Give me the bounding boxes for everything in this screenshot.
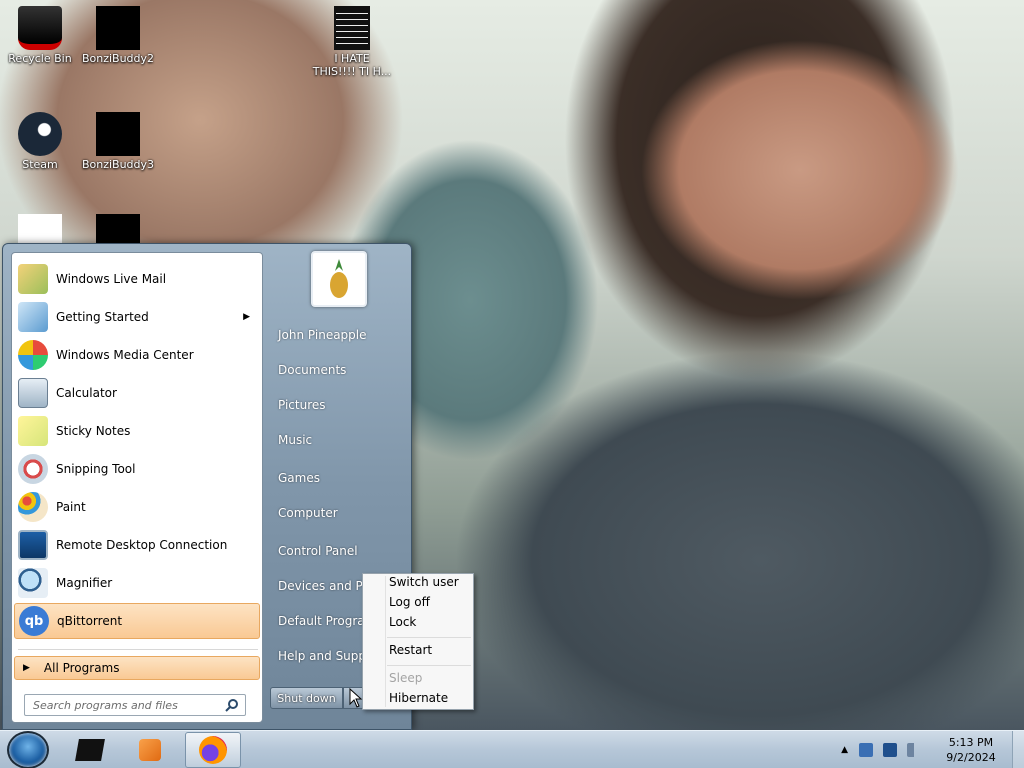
- start-menu: Windows Live Mail Getting Started ▶ Wind…: [2, 243, 412, 730]
- clock-time: 5:13 PM: [948, 736, 994, 749]
- program-label: Windows Live Mail: [56, 272, 167, 286]
- search-input[interactable]: Search programs and files: [24, 694, 246, 716]
- program-magnifier[interactable]: Magnifier: [14, 565, 260, 601]
- magnifier-icon: [18, 568, 48, 598]
- taskbar-app-firefox[interactable]: [185, 732, 241, 768]
- program-paint[interactable]: Paint: [14, 489, 260, 525]
- menu-gutter: [385, 576, 386, 707]
- menu-separator: [387, 665, 471, 666]
- program-remote-desktop[interactable]: Remote Desktop Connection: [14, 527, 260, 563]
- user-avatar[interactable]: [311, 251, 367, 307]
- search-icon: [225, 699, 238, 712]
- show-desktop-button[interactable]: [1012, 731, 1024, 768]
- sticky-notes-icon: [18, 416, 48, 446]
- program-getting-started[interactable]: Getting Started ▶: [14, 299, 260, 335]
- start-button[interactable]: [7, 731, 49, 768]
- show-hidden-icons-icon[interactable]: ▲: [841, 745, 848, 755]
- volume-icon[interactable]: [907, 743, 921, 757]
- power-item-sleep: Sleep: [389, 671, 423, 685]
- submenu-arrow-icon: ▶: [243, 312, 250, 322]
- desktop-icon-recycle-bin[interactable]: Recycle Bin: [0, 6, 80, 65]
- program-windows-media-center[interactable]: Windows Media Center: [14, 337, 260, 373]
- program-qbittorrent[interactable]: qb qBittorrent: [14, 603, 260, 639]
- app-icon: [75, 739, 105, 761]
- program-label: qBittorrent: [57, 614, 123, 628]
- getting-started-icon: [18, 302, 48, 332]
- menu-item-games[interactable]: Games: [275, 464, 405, 492]
- desktop-icon-steam[interactable]: Steam: [0, 112, 80, 171]
- program-windows-live-mail[interactable]: Windows Live Mail: [14, 261, 260, 297]
- remote-desktop-icon: [18, 530, 48, 560]
- bonzibuddy-icon: [96, 112, 140, 156]
- power-item-log-off[interactable]: Log off: [389, 595, 430, 609]
- taskbar: ▲ 5:13 PM 9/2/2024: [0, 730, 1024, 768]
- system-tray: ▲ 5:13 PM 9/2/2024: [841, 731, 1024, 768]
- clock[interactable]: 5:13 PM 9/2/2024: [936, 735, 1006, 765]
- bonzibuddy-icon: [96, 6, 140, 50]
- media-player-icon: [139, 739, 161, 761]
- recycle-bin-icon: [18, 6, 62, 50]
- program-label: Windows Media Center: [56, 348, 194, 362]
- program-label: Remote Desktop Connection: [56, 538, 228, 552]
- network-icon[interactable]: [859, 743, 873, 757]
- menu-separator: [387, 637, 471, 638]
- menu-item-user[interactable]: John Pineapple: [275, 321, 405, 349]
- power-item-restart[interactable]: Restart: [389, 643, 432, 657]
- taskbar-app-black[interactable]: [62, 732, 118, 768]
- mouse-cursor-icon: [349, 688, 363, 708]
- calculator-icon: [18, 378, 48, 408]
- program-label: Paint: [56, 500, 86, 514]
- power-item-switch-user[interactable]: Switch user: [389, 575, 459, 589]
- program-label: Snipping Tool: [56, 462, 136, 476]
- all-programs-button[interactable]: ▶ All Programs: [14, 656, 260, 680]
- steam-icon: [18, 112, 62, 156]
- menu-item-music[interactable]: Music: [275, 426, 405, 454]
- menu-item-documents[interactable]: Documents: [275, 356, 405, 384]
- arrow-right-icon: ▶: [23, 663, 30, 673]
- power-options-menu: Switch user Log off Lock Restart Sleep H…: [362, 573, 474, 710]
- desktop-icon-bonzibuddy2[interactable]: BonziBuddy2: [78, 6, 158, 65]
- program-calculator[interactable]: Calculator: [14, 375, 260, 411]
- qbittorrent-icon: qb: [19, 606, 49, 636]
- taskbar-app-media-player[interactable]: [122, 732, 178, 768]
- clock-date: 9/2/2024: [946, 751, 996, 764]
- desktop-icon-text-file[interactable]: I HATE THIS!!!! TI H...: [312, 6, 392, 78]
- desktop-icon-label: Recycle Bin: [8, 52, 72, 65]
- desktop-icon-label: BonziBuddy2: [81, 52, 155, 65]
- desktop-icon-label: BonziBuddy3: [81, 158, 155, 171]
- start-menu-programs-pane: Windows Live Mail Getting Started ▶ Wind…: [11, 252, 263, 723]
- paint-icon: [18, 492, 48, 522]
- desktop-icon-bonzibuddy3[interactable]: BonziBuddy3: [78, 112, 158, 171]
- programs-divider: [18, 649, 258, 650]
- power-item-hibernate[interactable]: Hibernate: [389, 691, 448, 705]
- menu-item-control-panel[interactable]: Control Panel: [275, 537, 405, 565]
- menu-item-pictures[interactable]: Pictures: [275, 391, 405, 419]
- pineapple-icon: [330, 259, 348, 298]
- mail-icon: [18, 264, 48, 294]
- snipping-tool-icon: [18, 454, 48, 484]
- media-center-icon: [18, 340, 48, 370]
- program-label: Calculator: [56, 386, 117, 400]
- firefox-icon: [199, 736, 227, 764]
- program-snipping-tool[interactable]: Snipping Tool: [14, 451, 260, 487]
- monitor-icon[interactable]: [883, 743, 897, 757]
- search-placeholder: Search programs and files: [33, 698, 178, 712]
- program-label: Sticky Notes: [56, 424, 131, 438]
- shutdown-button[interactable]: Shut down: [270, 687, 343, 709]
- desktop-icon-label: I HATE THIS!!!! TI H...: [312, 52, 392, 78]
- all-programs-label: All Programs: [43, 661, 120, 675]
- menu-item-computer[interactable]: Computer: [275, 499, 405, 527]
- power-item-lock[interactable]: Lock: [389, 615, 416, 629]
- program-label: Getting Started: [56, 310, 149, 324]
- program-label: Magnifier: [56, 576, 113, 590]
- desktop-icon-label: Steam: [22, 158, 58, 171]
- text-document-icon: [334, 6, 370, 50]
- program-sticky-notes[interactable]: Sticky Notes: [14, 413, 260, 449]
